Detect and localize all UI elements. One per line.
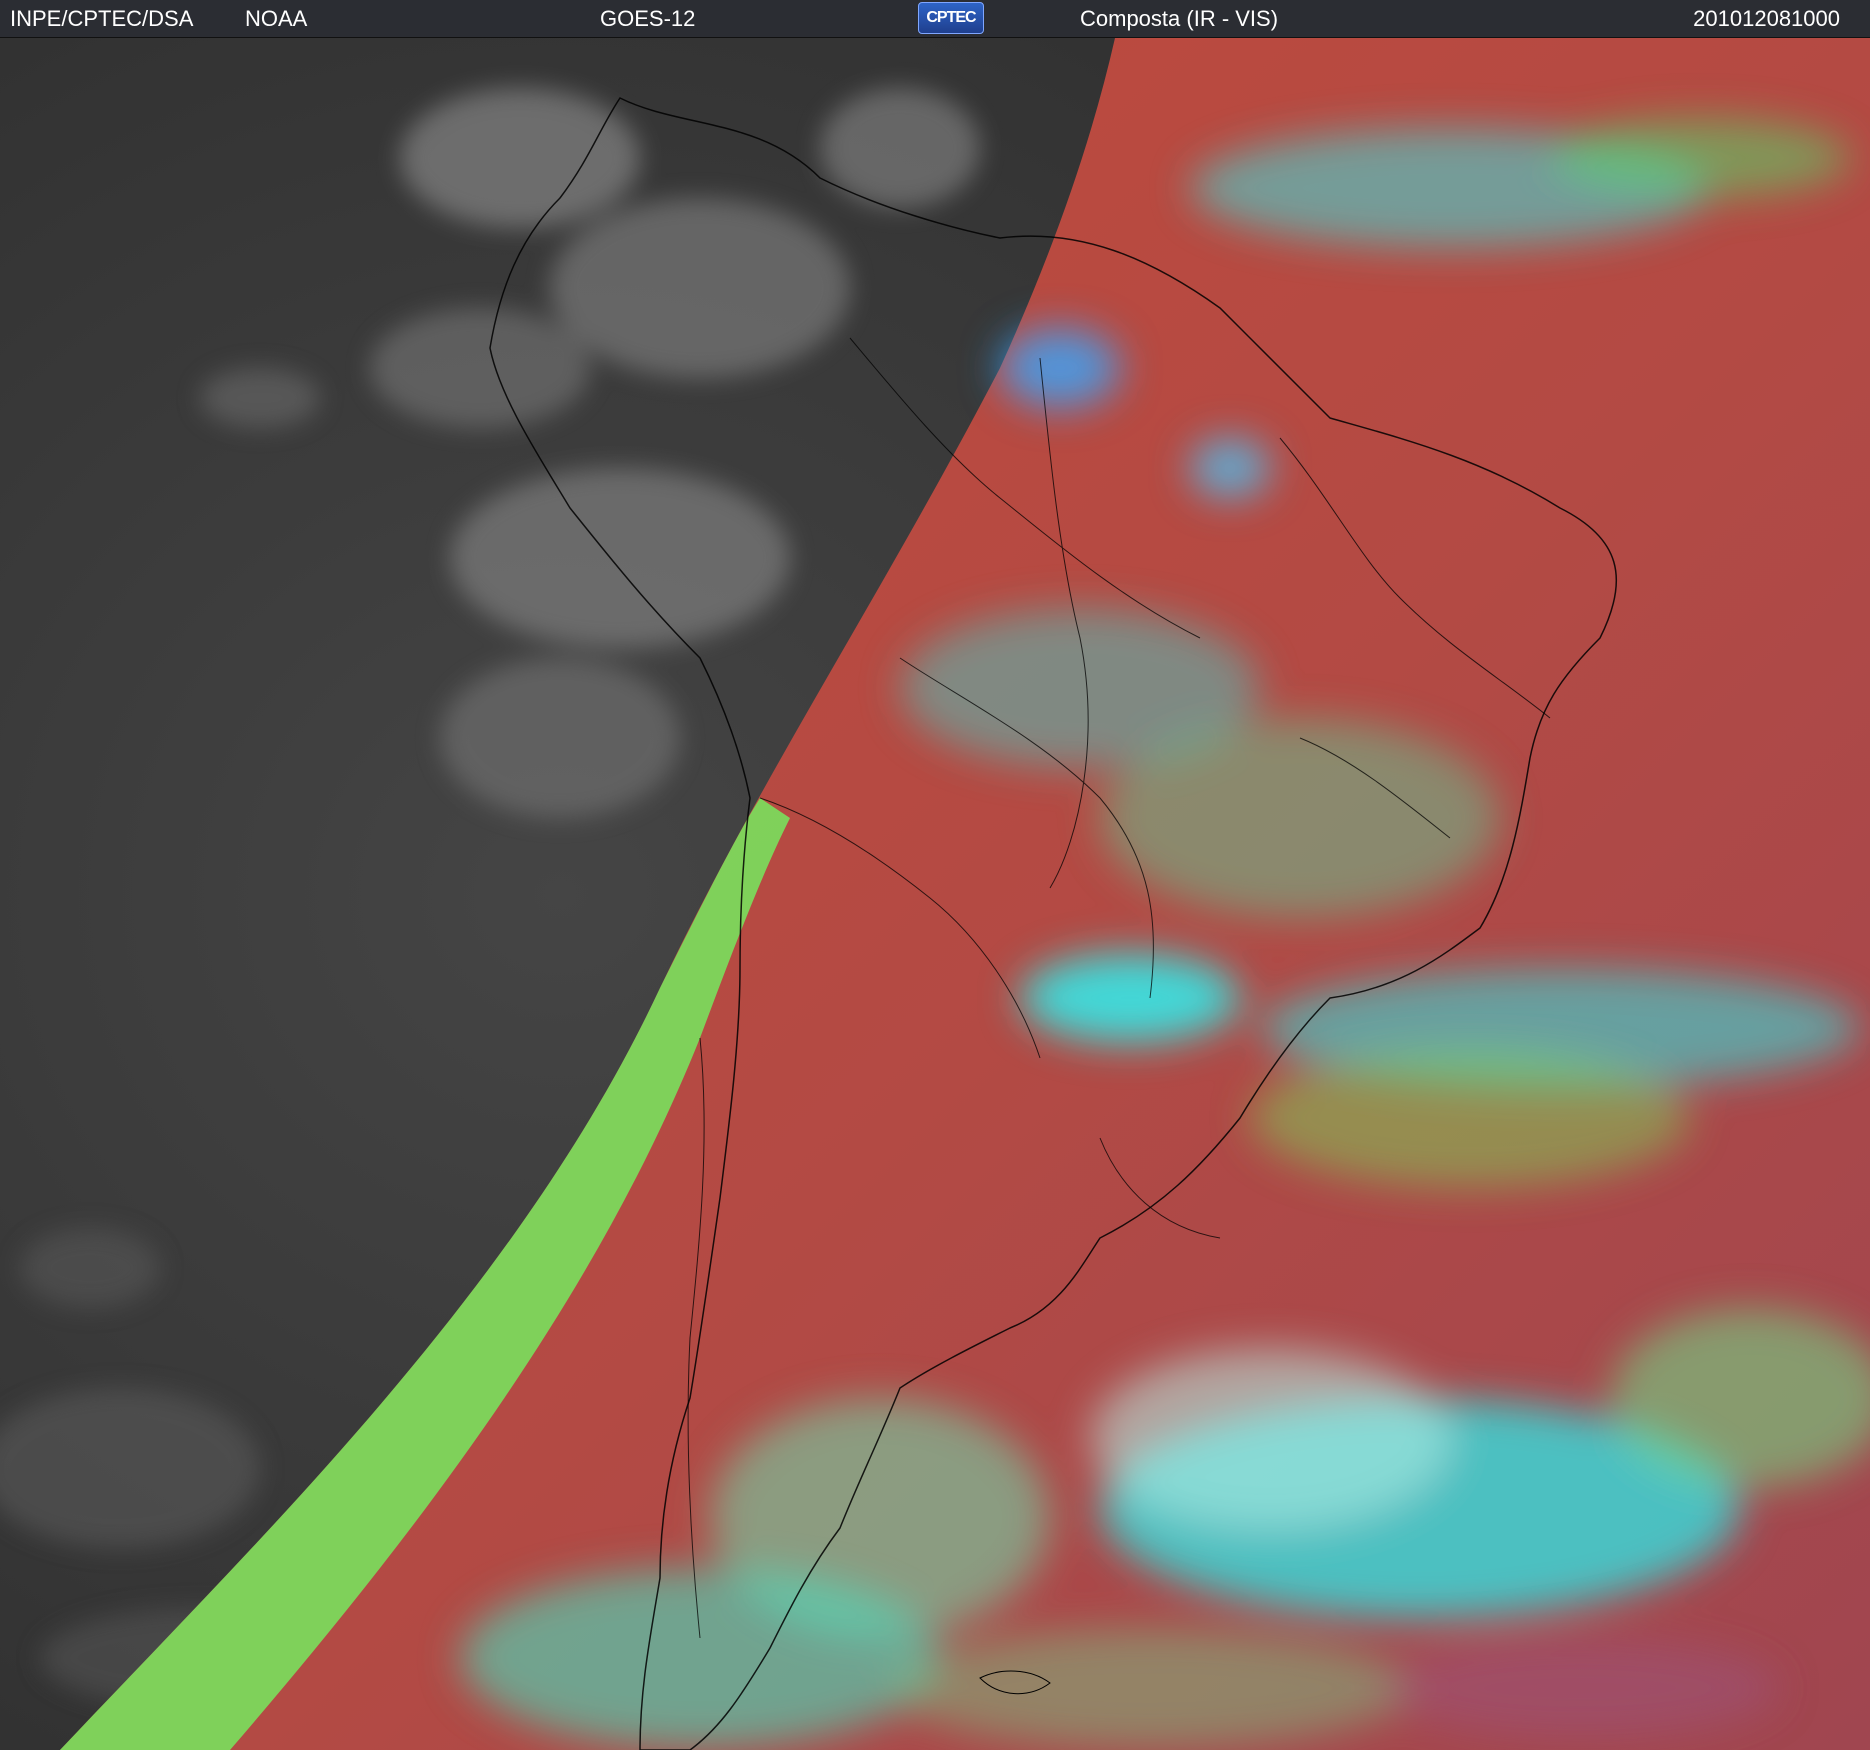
satellite-label: GOES-12 (600, 6, 696, 31)
satellite-viewer: INPE/CPTEC/DSA NOAA GOES-12 CPTEC Compos… (0, 0, 1870, 1750)
cptec-logo: CPTEC (918, 2, 984, 34)
product-label: Composta (IR - VIS) (1080, 6, 1279, 31)
timestamp-label: 201012081000 (1693, 6, 1840, 31)
title-bar: INPE/CPTEC/DSA NOAA GOES-12 CPTEC Compos… (0, 0, 1870, 38)
agency-label: NOAA (245, 6, 308, 31)
institution-label: INPE/CPTEC/DSA (10, 6, 194, 31)
cptec-logo-text: CPTEC (926, 9, 976, 26)
satellite-composite-image (0, 38, 1870, 1750)
